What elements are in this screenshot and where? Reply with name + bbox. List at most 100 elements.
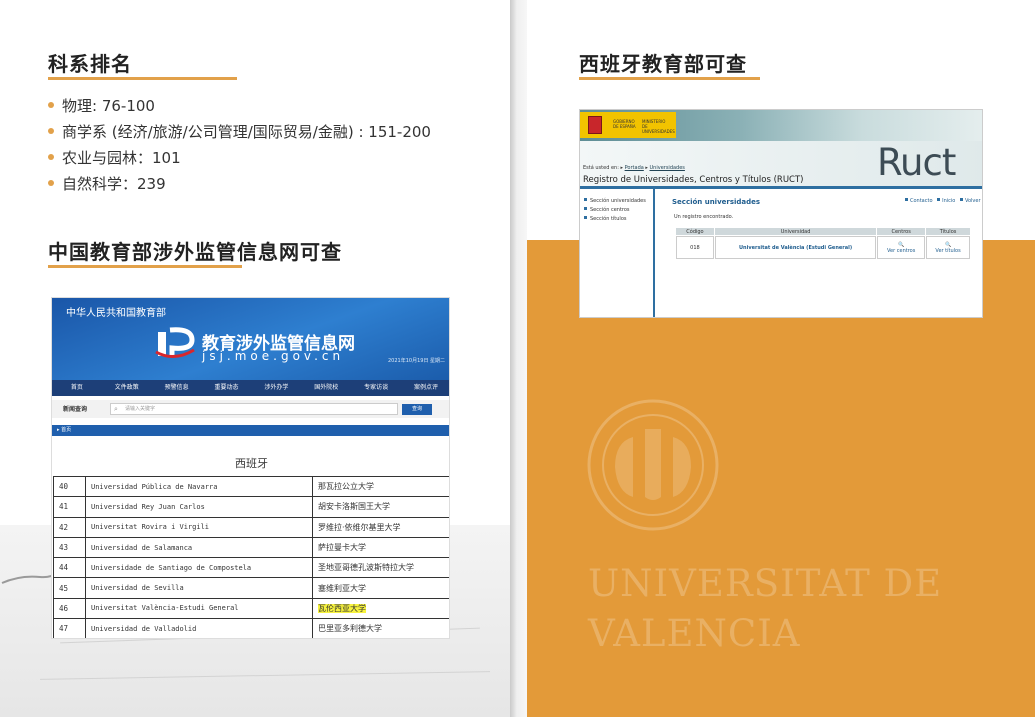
right-page: 西班牙教育部可查 <box>527 0 1035 717</box>
breadcrumb: ▸ 首页 <box>52 425 449 436</box>
highlighted-name: 瓦伦西亚大学 <box>318 603 366 613</box>
row-number: 43 <box>53 536 86 559</box>
chinese-name: 巴里亚多利德大学 <box>312 618 449 638</box>
site-url: jsj.moe.gov.cn <box>202 349 345 363</box>
government-label: GOBIERNO DE ESPAÑA <box>613 119 636 129</box>
chinese-name: 罗维拉·依维尔基里大学 <box>312 516 449 538</box>
moe-search-bar: 新闻查询 请输入关键字 ⌕ 查询 <box>52 400 449 418</box>
chinese-name: 塞维利亚大学 <box>312 577 449 599</box>
list-item: 物理: 76-100 <box>48 94 431 120</box>
ranking-list: 物理: 76-100 商学系 (经济/旅游/公司管理/国际贸易/金融) : 15… <box>48 94 431 198</box>
nav-item[interactable]: 文件政策 <box>102 380 152 396</box>
title-underline <box>48 77 237 80</box>
spanish-name: Universidad Rey Juan Carlos <box>85 496 313 518</box>
row-number: 41 <box>53 496 86 518</box>
moe-website-screenshot: 中华人民共和国教育部 教育涉外监管信息网 jsj.moe.gov.cn 2021… <box>51 297 450 639</box>
ver-centros-link[interactable]: 🔍 Ver centros <box>877 236 926 259</box>
table-row: 41 Universidad Rey Juan Carlos 胡安卡洛斯国王大学 <box>53 496 449 518</box>
sidebar-item-universidades[interactable]: Sección universidades <box>584 198 646 204</box>
nav-item[interactable]: 专家访谈 <box>351 380 401 396</box>
chinese-name: 那瓦拉公立大学 <box>312 475 449 498</box>
records-found-text: Un registro encontrado. <box>674 214 734 220</box>
ruct-logo: Ruct <box>877 141 956 184</box>
section-title-spain-ministry: 西班牙教育部可查 <box>579 52 747 76</box>
sidebar-item-titulos[interactable]: Sección títulos <box>584 216 627 222</box>
table-row: 45 Universidad de Sevilla 塞维利亚大学 <box>53 577 449 599</box>
list-item: 自然科学：239 <box>48 172 431 198</box>
table-row: 47 Universidad de Valladolid 巴里亚多利德大学 <box>53 618 449 638</box>
column-header: Títulos <box>926 228 970 235</box>
site-date: 2021年10月19日 星期二 <box>388 358 446 364</box>
register-title: Registro de Universidades, Centros y Tít… <box>583 175 804 185</box>
university-table: 40 Universidad Pública de Navarra 那瓦拉公立大学 4… <box>53 475 449 638</box>
main-section-title: Sección universidades <box>672 198 761 206</box>
book-gutter <box>510 0 527 717</box>
spanish-name: Universitat València-Estudi General <box>85 597 313 620</box>
watermark-line-2: VALENCIA <box>588 612 801 655</box>
university-cell: Universitat de València (Estudi General) <box>714 236 877 259</box>
list-item: 农业与园林：101 <box>48 146 431 172</box>
spanish-name: Universidad de Valladolid <box>85 618 313 638</box>
bullet-icon <box>48 154 54 160</box>
ruct-sidebar: Sección universidades Sección centros Se… <box>580 189 655 317</box>
title-underline <box>48 265 242 268</box>
nav-item[interactable]: 案例点评 <box>401 380 449 396</box>
watermark-line-1: UNIVERSITAT DE <box>588 562 943 605</box>
ruct-results-table: Código Universidad Centros Títulos 018 U… <box>675 227 971 260</box>
spain-government-banner: GOBIERNO DE ESPAÑA MINISTERIO DE UNIVERSID… <box>580 112 676 138</box>
nav-item[interactable]: 涉外办学 <box>252 380 302 396</box>
contacto-link[interactable]: Contacto <box>902 198 933 204</box>
search-label: 新闻查询 <box>63 406 88 413</box>
moe-navbar: 首页 文件政策 预警信息 重要动态 涉外办学 国外院校 专家访谈 案例点评 <box>52 380 449 396</box>
bullet-icon <box>48 180 54 186</box>
row-number: 45 <box>53 577 86 599</box>
ver-titulos-link[interactable]: 🔍 Ver títulos <box>926 236 970 259</box>
bullet-icon <box>48 102 54 108</box>
row-number: 44 <box>53 557 86 579</box>
search-icon: ⌕ <box>114 405 118 413</box>
column-header: Centros <box>877 228 926 235</box>
list-item: 商学系 (经济/旅游/公司管理/国际贸易/金融) : 151-200 <box>48 120 431 146</box>
row-number: 42 <box>53 516 86 538</box>
top-links: Contacto Inicio Volver <box>902 198 981 204</box>
university-seal-icon <box>587 399 719 531</box>
inicio-link[interactable]: Inicio <box>934 198 955 204</box>
row-number: 46 <box>53 597 86 620</box>
ministry-label: MINISTERIO DE UNIVERSIDADES <box>642 119 675 134</box>
search-button[interactable]: 查询 <box>402 404 432 415</box>
spanish-name: Universidade de Santiago de Compostela <box>85 557 313 579</box>
section-title-moe: 中国教育部涉外监管信息网可查 <box>48 240 342 264</box>
sidebar-item-centros[interactable]: Sección centros <box>584 207 630 213</box>
search-input[interactable]: 请输入关键字 <box>110 403 398 415</box>
nav-item[interactable]: 首页 <box>52 380 102 396</box>
code-cell: 018 <box>676 236 714 259</box>
chinese-name: 圣地亚哥德孔波斯特拉大学 <box>312 557 449 579</box>
nav-item[interactable]: 重要动态 <box>202 380 252 396</box>
moe-logo-icon <box>155 327 195 358</box>
table-row: 44 Universidade de Santiago de Compostela… <box>53 557 449 579</box>
spanish-name: Universidad Pública de Navarra <box>85 475 313 498</box>
volver-link[interactable]: Volver <box>957 198 981 204</box>
row-number: 40 <box>53 475 86 498</box>
bullet-icon <box>48 128 54 134</box>
ruct-header: GOBIERNO DE ESPAÑA MINISTERIO DE UNIVERSID… <box>580 110 982 141</box>
ministry-name: 中华人民共和国教育部 <box>66 308 166 319</box>
chinese-name: 胡安卡洛斯国王大学 <box>312 496 449 518</box>
spanish-name: Universidad de Salamanca <box>85 536 313 559</box>
spanish-name: Universitat Rovira i Virgili <box>85 516 313 538</box>
table-row: 42 Universitat Rovira i Virgili 罗维拉·依维尔基里大… <box>53 516 449 538</box>
nav-item[interactable]: 国外院校 <box>301 380 351 396</box>
table-row: 43 Universidad de Salamanca 萨拉曼卡大学 <box>53 536 449 559</box>
breadcrumb-link[interactable]: Universidades <box>650 165 685 171</box>
chinese-name: 瓦伦西亚大学 <box>312 597 449 620</box>
nav-item[interactable]: 预警信息 <box>152 380 202 396</box>
column-header: Universidad <box>714 228 877 235</box>
ruct-breadcrumb: Está usted en: ▸ Portada ▸ Universidades <box>583 165 685 171</box>
spain-crest-icon <box>588 116 602 134</box>
breadcrumb-link[interactable]: Portada <box>625 165 644 171</box>
section-title-ranking: 科系排名 <box>48 52 132 76</box>
row-number: 47 <box>53 618 86 638</box>
table-row: 018 Universitat de València (Estudi Gene… <box>676 236 970 259</box>
ruct-website-screenshot: GOBIERNO DE ESPAÑA MINISTERIO DE UNIVERSID… <box>579 109 983 318</box>
title-underline <box>579 77 760 80</box>
